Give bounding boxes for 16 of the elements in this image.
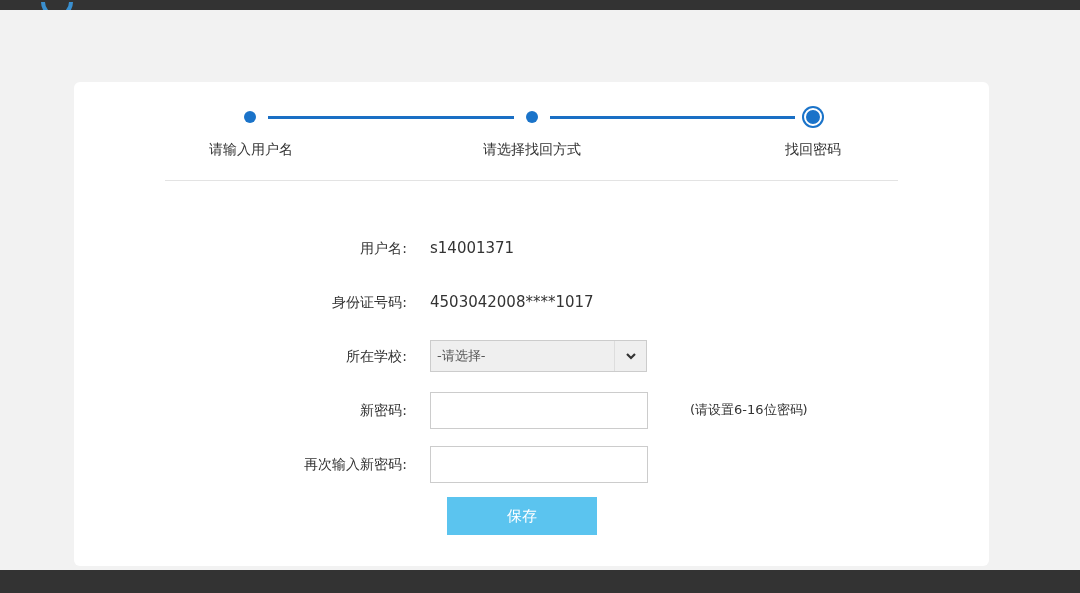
- step-label: 找回密码: [784, 140, 841, 159]
- field-value: s14001371: [430, 237, 515, 259]
- step-label: 请输入用户名: [208, 140, 293, 159]
- field-label: 新密码:: [360, 400, 407, 420]
- hint-text: (请设置6-16位密码): [690, 401, 808, 420]
- field-label: 所在学校:: [346, 346, 407, 366]
- field-label: 身份证号码:: [332, 292, 407, 312]
- step-label: 请选择找回方式: [482, 140, 581, 159]
- school-dropdown[interactable]: -请选择-: [430, 340, 647, 372]
- password-field[interactable]: [430, 391, 648, 429]
- caret-icon: [625, 352, 636, 360]
- field-value: 4503042008****1017: [430, 291, 594, 313]
- field-label: 用户名:: [360, 238, 407, 258]
- field-label: 再次输入新密码:: [304, 454, 407, 474]
- logo-icon: [40, 2, 74, 10]
- password-field[interactable]: [430, 445, 648, 483]
